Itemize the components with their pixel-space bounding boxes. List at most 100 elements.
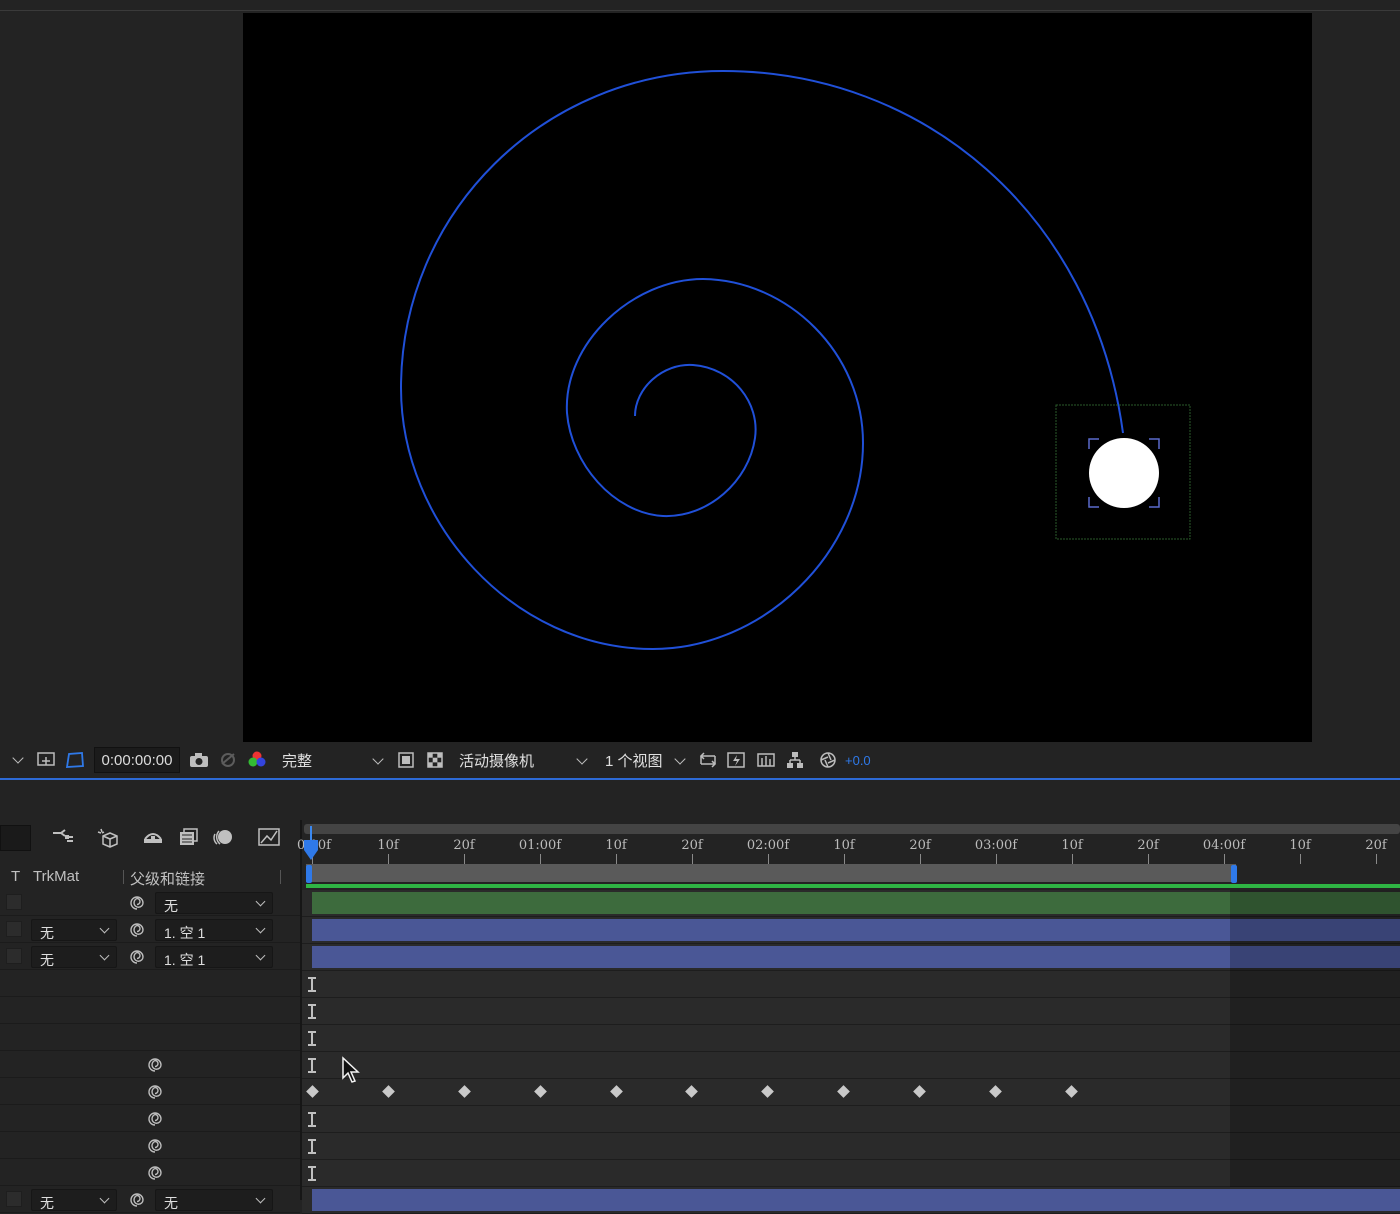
fast-previews-button[interactable] bbox=[724, 747, 748, 773]
time-navigator[interactable] bbox=[304, 824, 1400, 834]
keyframe[interactable] bbox=[913, 1085, 926, 1098]
camera-dropdown[interactable]: 活动摄像机 bbox=[452, 747, 592, 773]
layer-row[interactable]: 无 bbox=[0, 890, 300, 916]
graph-editor-button[interactable] bbox=[256, 824, 282, 850]
expression-marker-icon[interactable] bbox=[308, 1166, 316, 1181]
target-region-button[interactable] bbox=[394, 747, 418, 773]
keyframe[interactable] bbox=[306, 1085, 319, 1098]
resolution-dropdown[interactable]: 完整 bbox=[276, 747, 388, 773]
pick-whip-icon[interactable] bbox=[146, 1137, 164, 1155]
track-row[interactable] bbox=[302, 1160, 1400, 1187]
track-row[interactable] bbox=[302, 917, 1400, 944]
track-row[interactable] bbox=[302, 1079, 1400, 1106]
track-row[interactable] bbox=[302, 998, 1400, 1025]
property-row[interactable] bbox=[0, 1052, 300, 1078]
work-area-end-handle[interactable] bbox=[1231, 865, 1237, 883]
composition-mini-flowchart-button[interactable] bbox=[50, 824, 76, 850]
property-row[interactable] bbox=[0, 1133, 300, 1159]
track-row[interactable] bbox=[302, 1133, 1400, 1160]
frame-blending-button[interactable] bbox=[175, 824, 201, 850]
track-row[interactable] bbox=[302, 890, 1400, 917]
keyframe[interactable] bbox=[761, 1085, 774, 1098]
pick-whip-icon[interactable] bbox=[128, 1191, 146, 1209]
flowchart-button[interactable] bbox=[782, 747, 808, 773]
keyframe[interactable] bbox=[534, 1085, 547, 1098]
expression-marker-icon[interactable] bbox=[308, 1031, 316, 1046]
views-dropdown[interactable]: 1 个视图 bbox=[598, 747, 690, 773]
transparency-grid-button[interactable] bbox=[62, 747, 88, 773]
layer-row[interactable]: 无 1. 空 1 bbox=[0, 944, 300, 970]
reset-exposure-button[interactable] bbox=[815, 747, 841, 773]
work-area-range[interactable] bbox=[306, 864, 1236, 882]
expression-marker-icon[interactable] bbox=[308, 977, 316, 992]
property-row[interactable] bbox=[0, 1079, 300, 1105]
pick-whip-icon[interactable] bbox=[128, 921, 146, 939]
layer-row[interactable]: 无 无 bbox=[0, 1187, 300, 1213]
motion-blur-button[interactable] bbox=[210, 824, 236, 850]
menu-dropdown-button[interactable] bbox=[6, 747, 28, 773]
property-row[interactable] bbox=[0, 1160, 300, 1186]
time-ruler[interactable]: 0:00f 10f 20f 01:00f 10f 20f 02:00f 10f … bbox=[297, 824, 1400, 864]
exposure-value[interactable]: +0.0 bbox=[845, 747, 879, 773]
channel-button[interactable] bbox=[244, 747, 270, 773]
draft-3d-button[interactable] bbox=[94, 824, 120, 850]
layer-switch[interactable] bbox=[6, 894, 22, 910]
expression-marker-icon[interactable] bbox=[308, 1058, 316, 1073]
column-parent[interactable]: 父级和链接 bbox=[130, 868, 205, 889]
layer-row[interactable]: 无 1. 空 1 bbox=[0, 917, 300, 943]
track-row[interactable] bbox=[302, 1187, 1400, 1214]
region-of-interest-button[interactable] bbox=[34, 747, 58, 773]
snapshot-button[interactable] bbox=[186, 747, 212, 773]
column-trkmat[interactable]: TrkMat bbox=[33, 868, 79, 885]
work-area-start-handle[interactable] bbox=[306, 865, 312, 883]
trkmat-dropdown[interactable]: 无 bbox=[31, 946, 117, 968]
timeline-button[interactable] bbox=[754, 747, 778, 773]
timecode-display[interactable]: 0:00:00:00 bbox=[94, 747, 180, 773]
track-row[interactable] bbox=[302, 1052, 1400, 1079]
property-row[interactable] bbox=[0, 1106, 300, 1132]
pick-whip-icon[interactable] bbox=[128, 948, 146, 966]
keyframe[interactable] bbox=[610, 1085, 623, 1098]
show-snapshot-button[interactable] bbox=[216, 747, 240, 773]
layer-switch[interactable] bbox=[6, 921, 22, 937]
layer-duration-bar[interactable] bbox=[312, 1189, 1400, 1211]
toggle-pixel-aspect-button[interactable] bbox=[696, 747, 720, 773]
keyframe[interactable] bbox=[837, 1085, 850, 1098]
expression-marker-icon[interactable] bbox=[308, 1139, 316, 1154]
keyframe[interactable] bbox=[382, 1085, 395, 1098]
pick-whip-icon[interactable] bbox=[146, 1110, 164, 1128]
track-row[interactable] bbox=[302, 944, 1400, 971]
keyframe[interactable] bbox=[458, 1085, 471, 1098]
ball-layer[interactable] bbox=[1089, 438, 1159, 508]
parent-dropdown[interactable]: 1. 空 1 bbox=[155, 919, 273, 941]
track-row[interactable] bbox=[302, 1025, 1400, 1052]
shy-layers-button[interactable] bbox=[140, 824, 166, 850]
pick-whip-icon[interactable] bbox=[146, 1056, 164, 1074]
keyframe[interactable] bbox=[1065, 1085, 1078, 1098]
track-row[interactable] bbox=[302, 1106, 1400, 1133]
column-t[interactable]: T bbox=[11, 868, 20, 885]
pick-whip-icon[interactable] bbox=[128, 894, 146, 912]
layer-switch[interactable] bbox=[6, 948, 22, 964]
property-row[interactable] bbox=[0, 1025, 300, 1051]
work-area-bar[interactable] bbox=[306, 864, 1400, 884]
pick-whip-icon[interactable] bbox=[146, 1164, 164, 1182]
property-row[interactable] bbox=[0, 998, 300, 1024]
timeline-tracks[interactable] bbox=[302, 890, 1400, 1214]
layer-switch[interactable] bbox=[6, 1191, 22, 1207]
property-row[interactable] bbox=[0, 971, 300, 997]
parent-dropdown[interactable]: 无 bbox=[155, 1189, 273, 1211]
parent-dropdown[interactable]: 1. 空 1 bbox=[155, 946, 273, 968]
playhead-marker-icon[interactable] bbox=[303, 840, 319, 862]
keyframe[interactable] bbox=[685, 1085, 698, 1098]
trkmat-dropdown[interactable]: 无 bbox=[31, 1189, 117, 1211]
keyframe[interactable] bbox=[989, 1085, 1002, 1098]
track-row[interactable] bbox=[302, 971, 1400, 998]
composition-canvas[interactable] bbox=[243, 13, 1312, 742]
transparency-toggle-button[interactable] bbox=[423, 747, 447, 773]
pick-whip-icon[interactable] bbox=[146, 1083, 164, 1101]
trkmat-dropdown[interactable]: 无 bbox=[31, 919, 117, 941]
parent-dropdown[interactable]: 无 bbox=[155, 892, 273, 914]
expression-marker-icon[interactable] bbox=[308, 1004, 316, 1019]
expression-marker-icon[interactable] bbox=[308, 1112, 316, 1127]
